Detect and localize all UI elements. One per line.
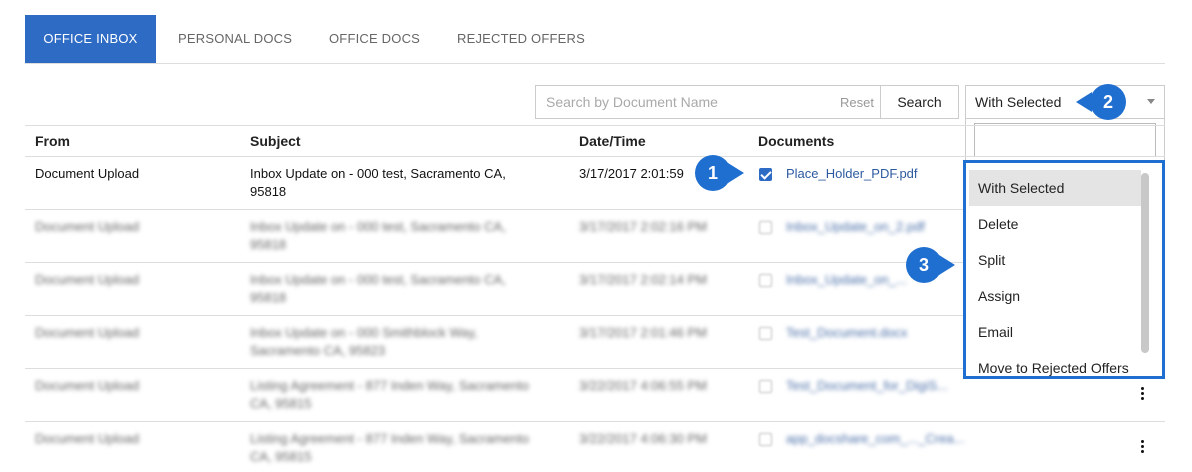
option-move-to-rejected-offers[interactable]: Move to Rejected Offers [969,350,1141,376]
dropdown-scrollbar[interactable] [1141,173,1149,353]
tab-office-inbox[interactable]: OFFICE INBOX [25,15,156,63]
search-field: Reset [535,85,881,119]
caret-up-icon [1147,99,1155,104]
tab-rejected-offers[interactable]: REJECTED OFFERS [457,15,585,63]
row-checkbox[interactable] [759,274,772,287]
row-checkbox[interactable] [759,221,772,234]
row-from: Document Upload [35,431,140,446]
row-datetime: 3/17/2017 2:01:59 [579,166,684,181]
row-datetime: 3/17/2017 2:02:14 PM [579,272,707,287]
row-datetime: 3/22/2017 4:06:30 PM [579,431,707,446]
row-datetime: 3/22/2017 4:06:55 PM [579,378,707,393]
callout-3-arrow-icon [939,255,955,275]
table-top-border [25,125,1165,126]
option-split[interactable]: Split [969,242,1141,278]
document-link[interactable]: app_docshare_com_..._Crea... [786,430,965,448]
document-link[interactable]: Test_Document.docx [786,324,907,342]
row-from: Document Upload [35,378,140,393]
row-checkbox[interactable] [759,433,772,446]
row-subject: Inbox Update on - 000 test, Sacramento C… [250,166,506,199]
row-from: Document Upload [35,166,140,181]
document-link[interactable]: Inbox_Update_on_... [786,271,907,289]
search-input[interactable] [536,86,826,118]
row-more-options-icon[interactable] [1141,387,1145,402]
tab-office-docs[interactable]: OFFICE DOCS [329,15,420,63]
bulk-action-selected-value: With Selected [975,94,1062,110]
row-from: Document Upload [35,272,140,287]
callout-2: 2 [1090,84,1126,120]
row-subject: Listing Agreement - 877 Inden Way, Sacra… [250,431,529,464]
option-assign[interactable]: Assign [969,278,1141,314]
reset-link[interactable]: Reset [840,86,874,119]
column-header-documents: Documents [758,133,835,149]
row-checkbox[interactable] [759,327,772,340]
column-header-datetime: Date/Time [579,133,646,149]
row-datetime: 3/17/2017 2:01:46 PM [579,325,707,340]
bulk-action-options-list: With Selected Delete Split Assign Email … [963,160,1165,379]
option-delete[interactable]: Delete [969,206,1141,242]
tab-bar: OFFICE INBOX PERSONAL DOCS OFFICE DOCS R… [25,15,1165,64]
row-subject: Inbox Update on - 000 test, Sacramento C… [250,219,506,252]
document-link[interactable]: Inbox_Update_on_2.pdf [786,218,925,236]
column-header-from: From [35,133,70,149]
bulk-action-select[interactable]: With Selected [965,85,1165,119]
row-subject: Listing Agreement - 877 Inden Way, Sacra… [250,378,529,411]
row-datetime: 3/17/2017 2:02:16 PM [579,219,707,234]
table-row: Document Upload Listing Agreement - 877 … [25,421,1165,472]
option-email[interactable]: Email [969,314,1141,350]
search-button[interactable]: Search [881,85,959,119]
callout-2-arrow-icon [1076,92,1092,112]
row-subject: Inbox Update on - 000 test, Sacramento C… [250,272,506,305]
callout-3: 3 [906,247,942,283]
callout-1: 1 [695,155,731,191]
row-checkbox[interactable] [759,168,772,181]
row-checkbox[interactable] [759,380,772,393]
option-with-selected[interactable]: With Selected [969,170,1141,206]
column-header-subject: Subject [250,133,301,149]
document-link[interactable]: Place_Holder_PDF.pdf [786,165,918,183]
row-subject: Inbox Update on - 000 Smithblock Way, Sac… [250,325,478,358]
document-link[interactable]: Test_Document_for_DigiS... [786,377,948,395]
callout-1-arrow-icon [728,163,744,183]
row-from: Document Upload [35,219,140,234]
row-more-options-icon[interactable] [1141,440,1145,455]
tab-personal-docs[interactable]: PERSONAL DOCS [178,15,292,63]
dropdown-search-input[interactable] [974,123,1156,157]
row-from: Document Upload [35,325,140,340]
